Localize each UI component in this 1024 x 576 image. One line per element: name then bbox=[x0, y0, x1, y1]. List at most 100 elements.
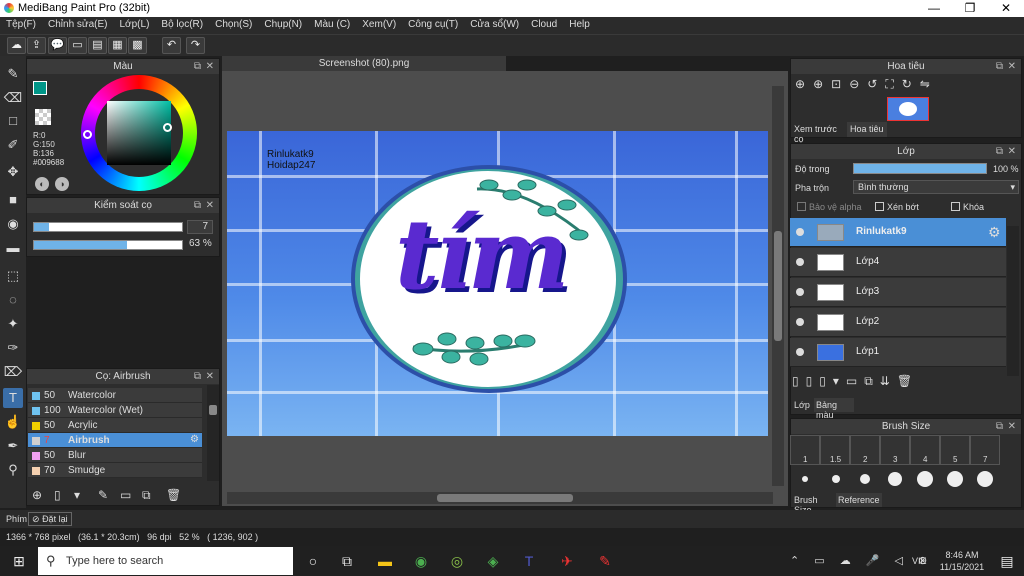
medibang-icon[interactable]: ✎ bbox=[594, 551, 616, 571]
brush-size-cell[interactable]: 1 bbox=[790, 435, 820, 465]
palette-icon[interactable]: ◐ bbox=[35, 177, 49, 191]
layer-row[interactable]: Lớp4 bbox=[790, 248, 1006, 277]
tab-palette[interactable]: Bảng màu bbox=[814, 398, 854, 420]
rotate-left-icon[interactable]: ↺ bbox=[867, 77, 885, 91]
select-eraser-icon[interactable]: ⌦ bbox=[3, 362, 23, 382]
menu-color[interactable]: Màu (C) bbox=[308, 17, 356, 34]
close-button[interactable]: ✕ bbox=[988, 0, 1024, 17]
windows-start-icon[interactable]: ⊞ bbox=[8, 551, 30, 571]
magic-wand-icon[interactable]: ✦ bbox=[3, 314, 23, 334]
lock-checkbox[interactable] bbox=[951, 202, 960, 211]
zoom-in-2-icon[interactable]: ⊕ bbox=[813, 77, 831, 91]
primary-color-swatch[interactable] bbox=[33, 81, 47, 95]
document-icon[interactable]: ▤ bbox=[88, 37, 107, 54]
share-icon[interactable]: ⇪ bbox=[27, 37, 46, 54]
app-icon-1[interactable]: ◎ bbox=[446, 551, 468, 571]
layer-row[interactable]: Lớp3 bbox=[790, 278, 1006, 307]
trash-icon[interactable]: 🗑 bbox=[166, 488, 181, 502]
undo-button[interactable]: ↶ bbox=[162, 37, 181, 54]
eye-icon[interactable] bbox=[796, 228, 804, 236]
eye-icon[interactable] bbox=[796, 258, 804, 266]
brush-size-cell[interactable]: 7 bbox=[970, 435, 1000, 465]
rectangle-tool-icon[interactable]: □ bbox=[3, 111, 23, 131]
navigator-preview[interactable] bbox=[887, 97, 929, 121]
add-brush-icon[interactable]: ⊕ bbox=[32, 488, 42, 502]
brush-size-cell[interactable]: 4 bbox=[910, 435, 940, 465]
color-picker-handle[interactable] bbox=[163, 123, 172, 132]
zoom-in-icon[interactable]: ⊕ bbox=[795, 77, 813, 91]
brush-item[interactable]: 100 Watercolor (Wet) bbox=[28, 403, 202, 418]
layer-menu-icon[interactable]: ▾ bbox=[833, 374, 846, 388]
brush-size-cell[interactable]: 2 bbox=[850, 435, 880, 465]
menu-edit[interactable]: Chỉnh sửa(E) bbox=[42, 17, 114, 34]
horizontal-scrollbar[interactable] bbox=[227, 492, 773, 504]
brush-opacity-slider[interactable] bbox=[33, 240, 183, 250]
close-icon[interactable]: ✕ bbox=[206, 369, 214, 384]
popout-icon[interactable]: ⧉ bbox=[194, 59, 201, 74]
brush-size-cell[interactable]: 1.5 bbox=[820, 435, 850, 465]
lasso-tool-icon[interactable]: ◌ bbox=[3, 290, 23, 310]
brush-item[interactable]: 70 Smudge bbox=[28, 463, 202, 478]
color-mode-icon[interactable]: ◑ bbox=[55, 177, 69, 191]
comment-icon[interactable]: 💬 bbox=[48, 37, 67, 54]
menu-cloud[interactable]: Cloud bbox=[525, 17, 563, 34]
eye-icon[interactable] bbox=[796, 288, 804, 296]
brush-item[interactable]: 50 Acrylic bbox=[28, 418, 202, 433]
flip-icon[interactable]: ⇋ bbox=[920, 77, 938, 91]
app-icon-2[interactable]: ◈ bbox=[482, 551, 504, 571]
duplicate-icon[interactable]: ⧉ bbox=[864, 374, 880, 388]
brush-item[interactable]: 50 Blur bbox=[28, 448, 202, 463]
transparent-swatch[interactable] bbox=[35, 109, 51, 125]
popout-icon[interactable]: ⧉ bbox=[996, 59, 1003, 74]
pen-tool-icon[interactable]: ✐ bbox=[3, 135, 23, 155]
vertical-scrollbar[interactable] bbox=[772, 86, 784, 486]
menu-filter[interactable]: Bộ lọc(R) bbox=[155, 17, 209, 34]
brush-size-slider[interactable] bbox=[33, 222, 183, 232]
popout-icon[interactable]: ⧉ bbox=[996, 419, 1003, 434]
canvas-tab[interactable]: Screenshot (80).png bbox=[222, 56, 506, 71]
gear-icon[interactable]: ⚙ bbox=[988, 224, 1001, 241]
brush-list-scrollbar[interactable] bbox=[207, 385, 219, 481]
layer-row[interactable]: Lớp1 bbox=[790, 338, 1006, 367]
clock[interactable]: 8:46 AM 11/15/2021 bbox=[938, 549, 986, 573]
brush-menu-icon[interactable]: ▾ bbox=[74, 488, 80, 502]
bucket-tool-icon[interactable]: ◉ bbox=[3, 214, 23, 234]
menu-window[interactable]: Cửa sổ(W) bbox=[464, 17, 525, 34]
redo-button[interactable]: ↷ bbox=[186, 37, 205, 54]
close-icon[interactable]: ✕ bbox=[206, 198, 214, 213]
app-icon-3[interactable]: ✈ bbox=[556, 551, 578, 571]
menu-select[interactable]: Chọn(S) bbox=[209, 17, 258, 34]
file-explorer-icon[interactable]: ▬ bbox=[374, 551, 396, 571]
cloud-icon[interactable]: ☁ bbox=[7, 37, 26, 54]
layer-row-selected[interactable]: Rinlukatk9 ⚙ bbox=[790, 218, 1006, 247]
brush-tool-icon[interactable]: ✎ bbox=[3, 64, 23, 84]
cortana-icon[interactable]: ○ bbox=[302, 551, 324, 571]
teams-icon[interactable]: T bbox=[518, 551, 540, 571]
menu-tools[interactable]: Công cụ(T) bbox=[402, 17, 464, 34]
zoom-out-icon[interactable]: ⊖ bbox=[849, 77, 867, 91]
tab-brush-preview[interactable]: Xem trước cọ bbox=[791, 122, 845, 144]
menu-file[interactable]: Tệp(F) bbox=[0, 17, 42, 34]
layer-opacity-slider[interactable] bbox=[853, 163, 987, 174]
brush-item[interactable]: 50 Watercolor bbox=[28, 388, 202, 403]
minimize-button[interactable]: — bbox=[916, 0, 952, 17]
chrome-icon[interactable]: ◉ bbox=[410, 551, 432, 571]
fullscreen-icon[interactable]: ⛶ bbox=[885, 77, 901, 91]
brush-size-cell[interactable]: 5 bbox=[940, 435, 970, 465]
gear-icon[interactable]: ⚙ bbox=[190, 434, 199, 445]
maximize-button[interactable]: ❐ bbox=[952, 0, 988, 17]
brush-size-value[interactable]: 7 bbox=[187, 220, 213, 234]
close-icon[interactable]: ✕ bbox=[1008, 419, 1016, 434]
select-pen-icon[interactable]: ✑ bbox=[3, 338, 23, 358]
operation-tool-icon[interactable]: ☝ bbox=[3, 412, 23, 432]
message-icon[interactable]: ▭ bbox=[68, 37, 87, 54]
eraser-tool-icon[interactable]: ⌫ bbox=[3, 88, 23, 108]
eye-icon[interactable] bbox=[796, 318, 804, 326]
text-tool-icon[interactable]: T bbox=[3, 388, 23, 408]
popout-icon[interactable]: ⧉ bbox=[194, 369, 201, 384]
reset-button[interactable]: ⊘ Đặt lại bbox=[28, 512, 72, 526]
menu-capture[interactable]: Chụp(N) bbox=[258, 17, 308, 34]
duplicate-icon[interactable]: ⧉ bbox=[142, 488, 151, 503]
fit-icon[interactable]: ⊡ bbox=[831, 77, 849, 91]
new-layer-2-icon[interactable]: ▯ bbox=[806, 374, 820, 388]
